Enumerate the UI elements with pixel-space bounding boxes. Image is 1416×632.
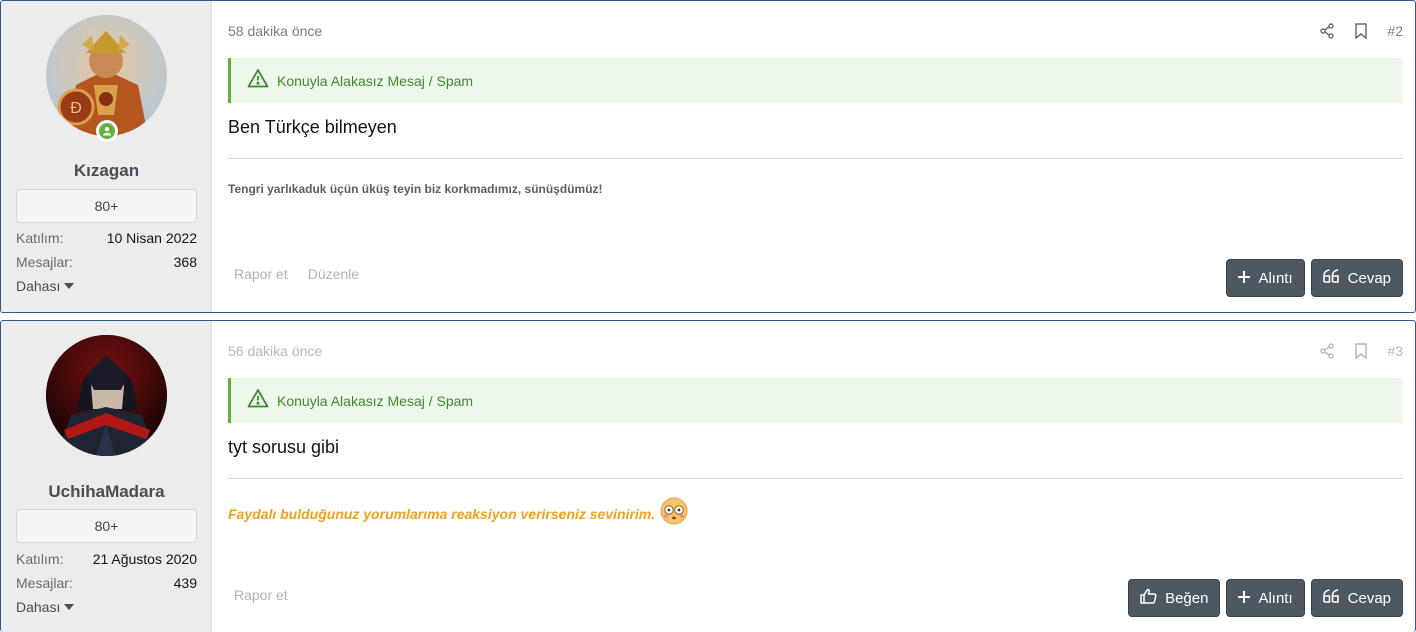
warning-icon bbox=[247, 388, 269, 413]
caret-down-icon bbox=[64, 283, 75, 289]
online-status-icon bbox=[96, 120, 118, 142]
post-footer-links: Rapor et bbox=[234, 587, 288, 603]
plus-icon bbox=[1238, 270, 1251, 287]
post-header-actions: #3 bbox=[1317, 340, 1403, 362]
post-content: tyt sorusu gibi bbox=[228, 437, 340, 457]
like-button[interactable]: Beğen bbox=[1128, 579, 1221, 617]
plus-icon bbox=[1238, 590, 1251, 607]
signature: Tengri yarlıkaduk üçün üküş teyin biz ko… bbox=[228, 182, 603, 196]
notice-text: Konuyla Alakasız Mesaj / Spam bbox=[277, 72, 474, 89]
user-panel: UchihaMadara 80+ Katılım: 21 Ağustos 202… bbox=[1, 321, 212, 632]
post-2: Ð Kızagan 80+ Katılım: 10 Nisan 2022 Mes… bbox=[0, 0, 1416, 313]
post-3: UchihaMadara 80+ Katılım: 21 Ağustos 202… bbox=[0, 320, 1416, 632]
post-time[interactable]: 58 dakika önce bbox=[228, 23, 322, 39]
flushed-emoji-icon bbox=[660, 497, 688, 530]
signature-divider bbox=[228, 478, 1403, 479]
bookmark-icon[interactable] bbox=[1351, 341, 1371, 361]
bookmark-icon[interactable] bbox=[1351, 21, 1371, 41]
warning-icon bbox=[247, 68, 269, 93]
like-button-label: Beğen bbox=[1165, 589, 1209, 607]
reply-button-label: Cevap bbox=[1347, 589, 1391, 607]
report-link[interactable]: Rapor et bbox=[234, 266, 288, 282]
post-time[interactable]: 56 dakika önce bbox=[228, 343, 322, 359]
user-panel: Ð Kızagan 80+ Katılım: 10 Nisan 2022 Mes… bbox=[1, 1, 212, 312]
stat-value: 368 bbox=[173, 254, 197, 270]
username[interactable]: UchihaMadara bbox=[1, 482, 212, 502]
quote-icon bbox=[1322, 269, 1340, 287]
report-link[interactable]: Rapor et bbox=[234, 587, 288, 603]
caret-down-icon bbox=[64, 604, 75, 610]
share-icon[interactable] bbox=[1317, 21, 1337, 41]
more-label: Dahası bbox=[16, 278, 61, 294]
svg-text:Ð: Ð bbox=[70, 100, 82, 117]
stat-label: Mesajlar: bbox=[16, 575, 73, 591]
share-icon[interactable] bbox=[1317, 341, 1337, 361]
quote-button-label: Alıntı bbox=[1258, 269, 1293, 287]
more-toggle[interactable]: Dahası bbox=[16, 599, 75, 615]
stat-label: Mesajlar: bbox=[16, 254, 73, 270]
post-header-actions: #2 bbox=[1317, 20, 1403, 42]
stat-label: Katılım: bbox=[16, 551, 64, 567]
user-badge: 80+ bbox=[16, 189, 197, 223]
post-number[interactable]: #3 bbox=[1387, 343, 1403, 359]
reply-button[interactable]: Cevap bbox=[1310, 579, 1403, 617]
more-label: Dahası bbox=[16, 599, 61, 615]
avatar[interactable] bbox=[46, 335, 167, 456]
quote-button[interactable]: Alıntı bbox=[1226, 579, 1305, 617]
signature-divider bbox=[228, 158, 1403, 159]
post-footer-links: Rapor et Düzenle bbox=[234, 266, 359, 282]
post-action-buttons: Alıntı Cevap bbox=[1226, 259, 1403, 297]
notice-text: Konuyla Alakasız Mesaj / Spam bbox=[277, 392, 474, 409]
moderation-notice: Konuyla Alakasız Mesaj / Spam bbox=[228, 58, 1403, 103]
stat-label: Katılım: bbox=[16, 230, 64, 246]
stat-value: 439 bbox=[173, 575, 197, 591]
more-toggle[interactable]: Dahası bbox=[16, 278, 75, 294]
post-content: Ben Türkçe bilmeyen bbox=[228, 117, 397, 137]
post-action-buttons: Beğen Alıntı Cevap bbox=[1128, 579, 1403, 617]
signature-row: Faydalı bulduğunuz yorumlarıma reaksiyon… bbox=[228, 497, 688, 530]
stat-value: 21 Ağustos 2020 bbox=[92, 551, 197, 567]
edit-link[interactable]: Düzenle bbox=[308, 266, 359, 282]
user-badge: 80+ bbox=[16, 509, 197, 543]
quote-button-label: Alıntı bbox=[1258, 589, 1293, 607]
quote-icon bbox=[1322, 589, 1340, 607]
quote-button[interactable]: Alıntı bbox=[1226, 259, 1305, 297]
post-main: 58 dakika önce #2 Konuyla Alakasız Mesaj… bbox=[228, 1, 1403, 312]
thumbs-up-icon bbox=[1140, 588, 1157, 608]
username[interactable]: Kızagan bbox=[1, 161, 212, 181]
moderation-notice: Konuyla Alakasız Mesaj / Spam bbox=[228, 378, 1403, 423]
reply-button-label: Cevap bbox=[1347, 269, 1391, 287]
reply-button[interactable]: Cevap bbox=[1310, 259, 1403, 297]
post-main: 56 dakika önce #3 Konuyla Alakasız Mesaj… bbox=[228, 321, 1403, 632]
stat-value: 10 Nisan 2022 bbox=[106, 230, 197, 246]
signature: Faydalı bulduğunuz yorumlarıma reaksiyon… bbox=[228, 505, 656, 522]
avatar[interactable]: Ð bbox=[46, 15, 167, 136]
post-number[interactable]: #2 bbox=[1387, 23, 1403, 39]
